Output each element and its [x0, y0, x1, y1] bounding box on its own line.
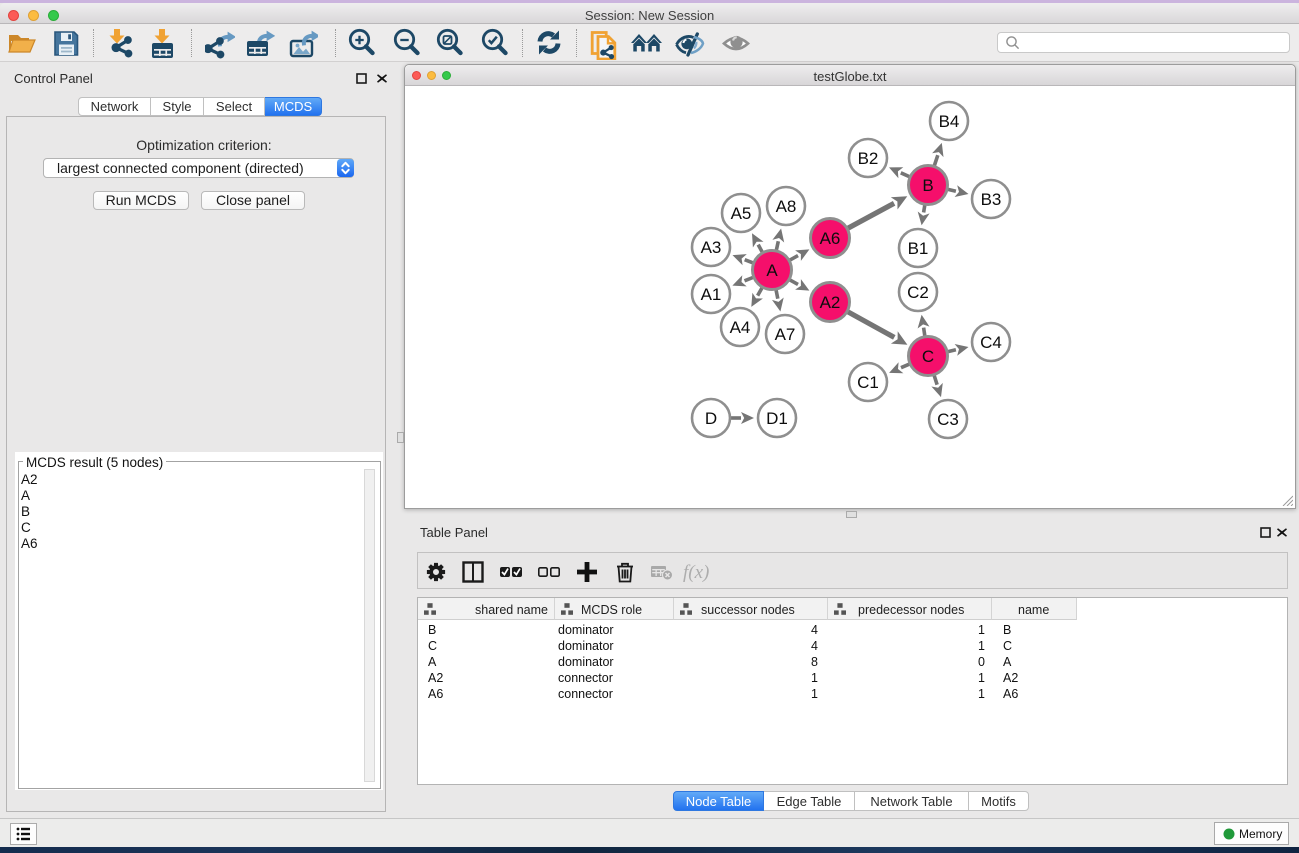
- svg-text:B1: B1: [908, 239, 929, 258]
- svg-text:C1: C1: [857, 373, 879, 392]
- svg-text:B4: B4: [939, 112, 960, 131]
- svg-text:A7: A7: [775, 325, 796, 344]
- svg-text:B2: B2: [858, 149, 879, 168]
- svg-text:A5: A5: [731, 204, 752, 223]
- svg-text:B: B: [922, 176, 933, 195]
- svg-text:A3: A3: [701, 238, 722, 257]
- svg-text:C4: C4: [980, 333, 1002, 352]
- svg-text:D: D: [705, 409, 717, 428]
- svg-text:C3: C3: [937, 410, 959, 429]
- svg-text:C: C: [922, 347, 934, 366]
- svg-text:B3: B3: [981, 190, 1002, 209]
- svg-text:A6: A6: [820, 229, 841, 248]
- svg-text:A2: A2: [820, 293, 841, 312]
- svg-text:f(x): f(x): [683, 562, 709, 583]
- svg-text:A1: A1: [701, 285, 722, 304]
- svg-text:A8: A8: [776, 197, 797, 216]
- svg-text:C2: C2: [907, 283, 929, 302]
- svg-text:A4: A4: [730, 318, 751, 337]
- svg-text:D1: D1: [766, 409, 788, 428]
- svg-text:A: A: [766, 261, 778, 280]
